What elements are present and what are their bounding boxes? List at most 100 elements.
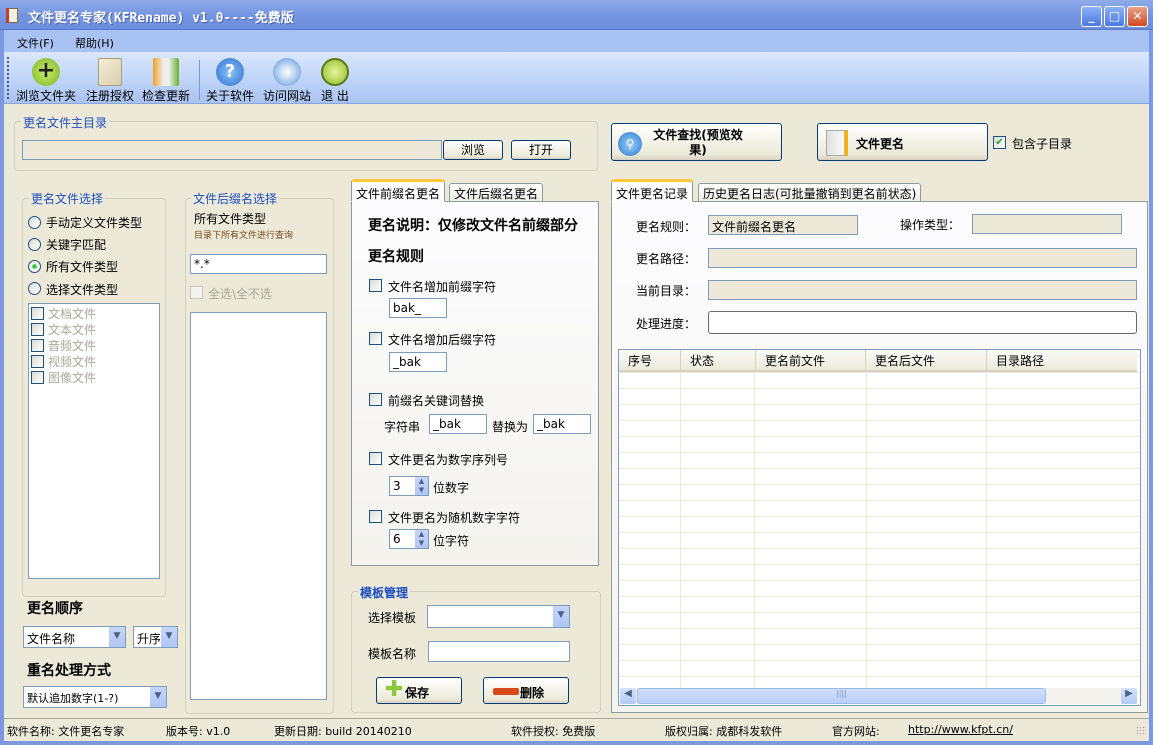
tab-history-log[interactable]: 历史更名日志(可批量撤销到更名前状态) [698, 183, 922, 201]
file-type-item[interactable]: 文本文件 [31, 322, 96, 338]
sequence-digits-stepper[interactable]: 3 ▲ ▼ [389, 476, 429, 496]
main-dir-legend: 更名文件主目录 [21, 114, 110, 131]
include-subdirs-checkbox[interactable]: ✔ [993, 136, 1006, 149]
maximize-button[interactable]: □ [1104, 6, 1125, 27]
template-select-label: 选择模板 [368, 611, 417, 625]
rules-description: 更名说明：仅修改文件名前缀部分 [368, 218, 578, 234]
radio-all-types[interactable] [28, 260, 41, 273]
browse-button[interactable]: 浏览 [443, 140, 503, 160]
ext-list[interactable] [190, 312, 327, 700]
include-subdirs-label: 包含子目录 [1012, 137, 1073, 151]
menu-file[interactable]: 文件(F) [17, 35, 54, 51]
grid-header-status[interactable]: 状态 [681, 350, 756, 372]
grid-header-before[interactable]: 更名前文件 [756, 350, 866, 372]
suffix-input[interactable]: _bak [389, 352, 447, 372]
random-chars-stepper[interactable]: 6 ▲ ▼ [389, 529, 429, 549]
order-field-value: 文件名称 [27, 632, 76, 646]
rule-label: 更名规则： [636, 220, 697, 234]
scroll-left-button[interactable]: ◀ [620, 688, 636, 704]
open-button[interactable]: 打开 [511, 140, 571, 160]
rename-label: 文件更名 [856, 137, 905, 151]
op-type-field [972, 214, 1122, 234]
minimize-button[interactable]: _ [1081, 6, 1102, 27]
add-folder-icon: + [32, 58, 60, 86]
template-name-input[interactable] [428, 641, 570, 662]
dup-select[interactable]: 默认追加数字(1-?) ▼ [23, 686, 167, 708]
file-type-item[interactable]: 音频文件 [31, 338, 96, 354]
select-all-checkbox[interactable] [190, 286, 203, 299]
toolbar-browse-folder[interactable]: + 浏览文件夹 [15, 58, 77, 104]
toolbar-check-update[interactable]: 检查更新 [141, 58, 191, 104]
template-select[interactable]: ▼ [427, 605, 570, 628]
save-label: 保存 [405, 686, 430, 700]
random-checkbox[interactable] [369, 510, 382, 523]
minus-icon [493, 688, 519, 695]
close-button[interactable]: ✕ [1127, 6, 1148, 27]
scroll-thumb[interactable]: |||| [637, 688, 1046, 704]
toolbar-exit[interactable]: 退 出 [318, 58, 352, 104]
tab-rename-records[interactable]: 文件更名记录 [611, 179, 694, 202]
spinner-arrows-icon[interactable]: ▲ ▼ [414, 530, 428, 548]
add-prefix-label: 文件名增加前缀字符 [388, 280, 497, 294]
replace-with-input[interactable]: _bak [533, 414, 591, 434]
order-field-select[interactable]: 文件名称 ▼ [23, 626, 126, 648]
radio-manual[interactable] [28, 216, 41, 229]
tab-prefix-rename[interactable]: 文件前缀名更名 [351, 179, 446, 202]
website-link[interactable]: http://www.kfpt.cn/ [908, 723, 1013, 736]
replace-checkbox[interactable] [369, 393, 382, 406]
grid-header-index[interactable]: 序号 [619, 350, 681, 372]
menu-help[interactable]: 帮助(H) [75, 35, 114, 51]
sequence-digits-value: 3 [393, 479, 401, 493]
string-input[interactable]: _bak [429, 414, 487, 434]
toolbar-label: 注册授权 [85, 89, 134, 103]
file-type-item[interactable]: 视频文件 [31, 354, 96, 370]
toolbar-about[interactable]: ? 关于软件 [205, 58, 255, 104]
search-icon: ⚲ [618, 132, 642, 156]
radio-select-types[interactable] [28, 282, 41, 295]
rename-button[interactable]: 文件更名 [817, 123, 988, 161]
save-template-button[interactable]: ✚ 保存 [376, 677, 462, 704]
update-icon [153, 58, 179, 86]
radio-all-types-label: 所有文件类型 [46, 260, 119, 274]
rules-title: 更名规则 [368, 249, 424, 265]
toolbar-label: 访问网站 [262, 89, 311, 103]
tab-suffix-rename[interactable]: 文件后缀名更名 [449, 183, 544, 201]
file-type-item[interactable]: 文档文件 [31, 306, 96, 322]
resize-grip[interactable] [1136, 726, 1146, 736]
ext-select-hint: 目录下所有文件进行查询 [194, 231, 294, 241]
rule-field: 文件前缀名更名 [708, 215, 858, 235]
horizontal-scrollbar[interactable]: ◀ |||| ▶ [620, 688, 1137, 704]
prefix-input[interactable]: bak_ [389, 298, 447, 318]
add-suffix-checkbox[interactable] [369, 332, 382, 345]
current-dir-label: 当前目录： [636, 284, 697, 298]
chevron-down-icon: ▼ [108, 627, 125, 647]
file-select-legend: 更名文件选择 [29, 190, 106, 207]
scroll-right-button[interactable]: ▶ [1121, 688, 1137, 704]
add-prefix-checkbox[interactable] [369, 279, 382, 292]
search-preview-label: 文件查找(预览效果) [653, 128, 743, 157]
sequence-checkbox[interactable] [369, 452, 382, 465]
grid-header-after[interactable]: 更名后文件 [866, 350, 987, 372]
exit-clock-icon [321, 58, 349, 86]
toolbar-register[interactable]: 注册授权 [85, 58, 135, 104]
toolbar-label: 关于软件 [205, 89, 254, 103]
main-dir-input[interactable] [22, 140, 442, 160]
order-label: 更名顺序 [27, 601, 83, 617]
spinner-arrows-icon[interactable]: ▲ ▼ [414, 477, 428, 495]
string-label: 字符串 [384, 420, 421, 434]
replace-label: 前缀名关键词替换 [388, 394, 485, 408]
radio-keyword-label: 关键字匹配 [46, 238, 107, 252]
toolbar-grip[interactable] [7, 57, 9, 99]
file-type-item[interactable]: 图像文件 [31, 370, 96, 386]
ext-pattern-input[interactable]: *.* [190, 254, 327, 274]
radio-manual-label: 手动定义文件类型 [46, 216, 143, 230]
dup-label: 重名处理方式 [27, 663, 111, 679]
radio-keyword[interactable] [28, 238, 41, 251]
toolbar-visit-site[interactable]: 访问网站 [262, 58, 312, 104]
template-name-label: 模板名称 [368, 647, 417, 661]
order-direction-select[interactable]: 升序 ▼ [133, 626, 178, 648]
search-preview-button[interactable]: ⚲ 文件查找(预览效果) [611, 123, 782, 161]
grid-header-path[interactable]: 目录路径 [987, 350, 1137, 372]
path-field [708, 248, 1137, 268]
delete-template-button[interactable]: 删除 [483, 677, 569, 704]
